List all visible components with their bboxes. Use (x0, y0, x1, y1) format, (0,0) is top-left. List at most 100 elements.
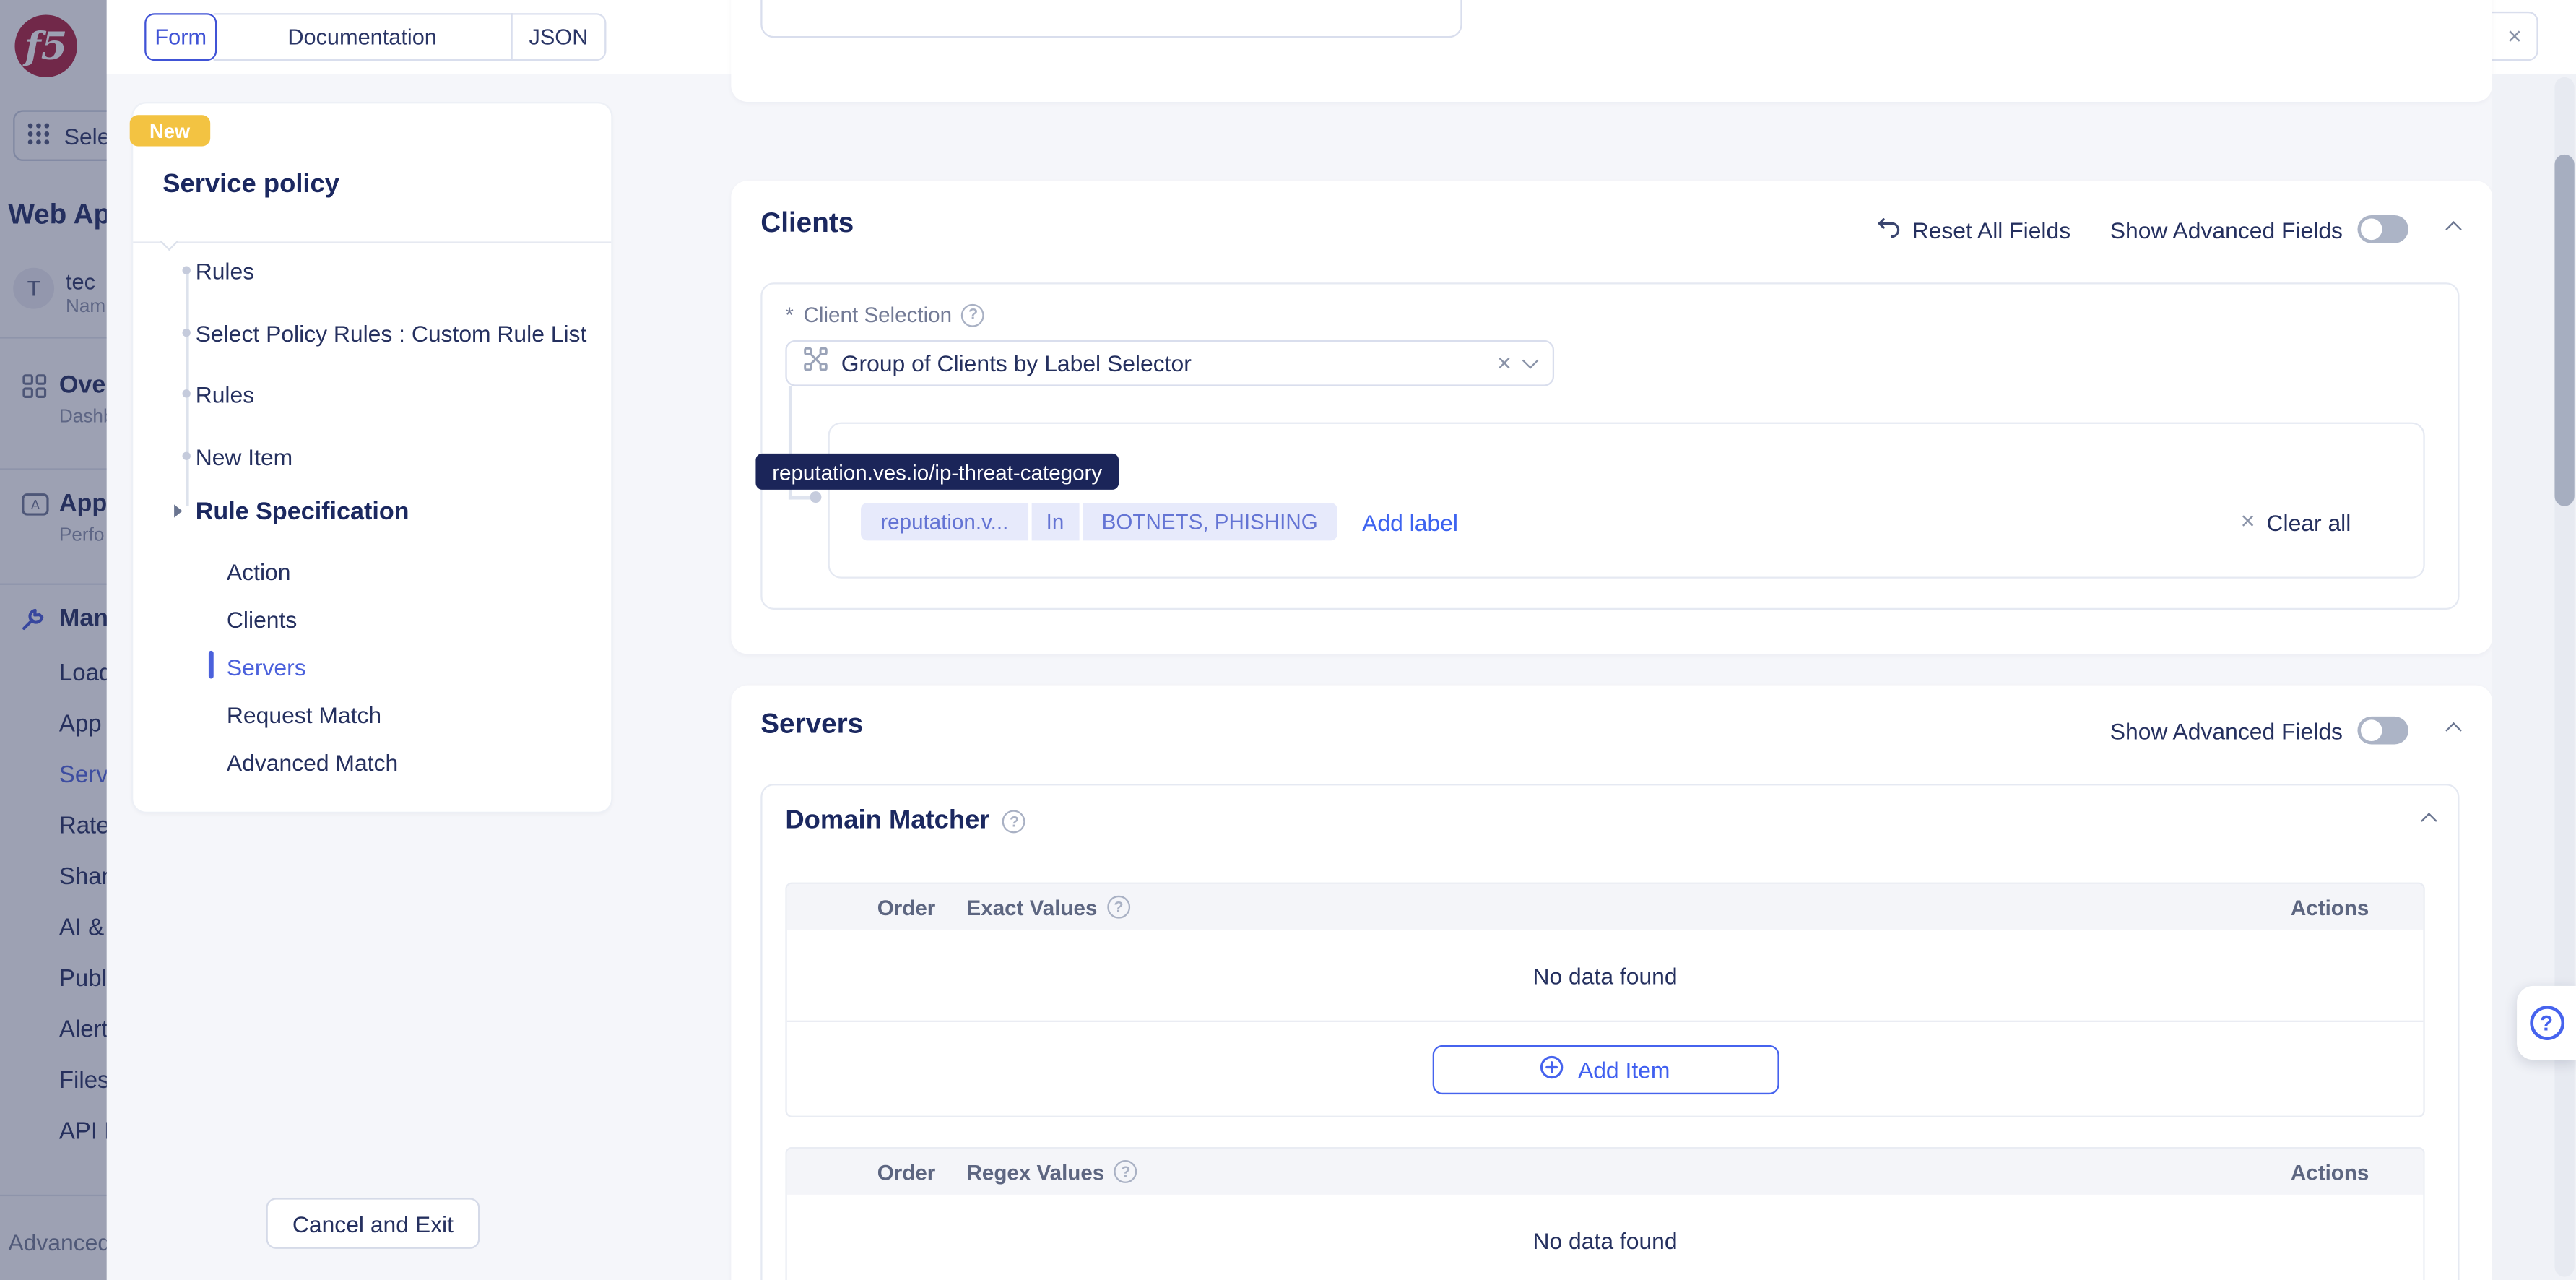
tree-item-new-item[interactable]: New Item (196, 444, 293, 470)
tree-item-action[interactable]: Action (227, 558, 291, 584)
show-advanced-fields-label: Show Advanced Fields (2110, 717, 2343, 743)
clear-all-x-icon: × (2241, 509, 2255, 534)
active-item-indicator (209, 651, 213, 679)
tree-item-rules-2[interactable]: Rules (196, 381, 254, 407)
tree-item-servers[interactable]: Servers (227, 654, 306, 680)
tree-item-rule-specification[interactable]: Rule Specification (196, 498, 409, 526)
regex-values-empty-state: No data found (787, 1195, 2424, 1280)
servers-section-title: Servers (760, 708, 863, 740)
search-close-icon[interactable]: × (2507, 24, 2522, 48)
tree-dot (183, 267, 191, 274)
label-selector-icon (803, 347, 828, 379)
clients-collapse-chevron-icon[interactable] (2445, 221, 2462, 238)
clients-section-card: Clients Reset All Fields Show Advanced F… (731, 181, 2492, 654)
servers-advanced-fields-group: Show Advanced Fields (2110, 717, 2408, 745)
circle-plus-icon (1540, 1055, 1565, 1084)
column-exact-values: Exact Values ? (967, 895, 1130, 920)
add-label-link[interactable]: Add label (1362, 509, 1458, 535)
tree-dot (183, 329, 191, 337)
exact-values-table: Order Exact Values ? Actions No data fou… (785, 883, 2424, 1117)
column-order: Order (877, 895, 936, 920)
label-values-chip: BOTNETS, PHISHING (1082, 503, 1337, 540)
help-question-icon: ? (2529, 1006, 2564, 1040)
exact-values-help-icon[interactable]: ? (1107, 896, 1130, 919)
scrollbar-thumb[interactable] (2554, 155, 2574, 506)
clients-advanced-fields-group: Show Advanced Fields (2110, 215, 2408, 243)
status-badge: New (130, 115, 210, 146)
column-actions: Actions (2291, 895, 2369, 920)
service-policy-modal: Form Documentation JSON Reset All Fields (107, 0, 2576, 1280)
tree-item-request-match[interactable]: Request Match (227, 701, 381, 727)
cancel-and-exit-button[interactable]: Cancel and Exit (266, 1198, 480, 1249)
form-content: Clients Reset All Fields Show Advanced F… (731, 0, 2492, 1280)
servers-collapse-chevron-icon[interactable] (2445, 722, 2462, 739)
exact-values-add-row: Add Item (787, 1021, 2424, 1117)
panel-collapse-caret[interactable] (160, 233, 178, 251)
domain-matcher-title: Domain Matcher (785, 807, 989, 836)
domain-matcher-collapse-chevron-icon[interactable] (2421, 813, 2437, 829)
panel-title: Service policy (162, 171, 339, 201)
show-advanced-fields-label: Show Advanced Fields (2110, 216, 2343, 242)
tree-item-select-policy-rules[interactable]: Select Policy Rules : Custom Rule List (196, 321, 587, 347)
label-operator-chip: In (1031, 503, 1079, 540)
modal-dim-overlay (0, 0, 107, 1280)
client-selection-help-icon[interactable]: ? (962, 303, 985, 327)
clients-reset-all-fields-label: Reset All Fields (1912, 216, 2070, 242)
regex-values-table: Order Regex Values ? Actions No data fou… (785, 1147, 2424, 1280)
tab-json[interactable]: JSON (511, 13, 606, 61)
select-clear-icon[interactable]: × (1497, 351, 1512, 376)
view-tabs: Form Documentation JSON (144, 13, 606, 61)
field-connector-line (789, 496, 810, 500)
column-order: Order (877, 1159, 936, 1184)
truncated-input-field[interactable] (760, 0, 1462, 38)
label-key-chip: reputation.v... (861, 503, 1028, 540)
tree-item-rules-1[interactable]: Rules (196, 258, 254, 284)
clients-reset-all-fields-button[interactable]: Reset All Fields (1876, 216, 2071, 242)
servers-section-card: Servers Show Advanced Fields Domain Matc… (731, 686, 2492, 1280)
service-policy-panel: New Service policy Rules Select Policy R… (133, 103, 611, 811)
client-selection-value: Group of Clients by Label Selector (841, 350, 1484, 376)
clear-all-label: Clear all (2267, 509, 2351, 535)
clients-section-tools: Reset All Fields Show Advanced Fields (1876, 215, 2460, 243)
client-selection-label-row: * Client Selection ? (785, 303, 984, 327)
regex-values-help-icon[interactable]: ? (1114, 1160, 1137, 1183)
column-exact-values-label: Exact Values (967, 895, 1098, 920)
servers-show-advanced-fields-toggle[interactable] (2357, 717, 2408, 745)
exact-values-empty-state: No data found (787, 930, 2424, 1021)
domain-matcher-help-icon[interactable]: ? (1003, 810, 1026, 834)
label-key-tooltip: reputation.ves.io/ip-threat-category (755, 454, 1118, 490)
tree-dot (183, 452, 191, 460)
tree-item-clients[interactable]: Clients (227, 606, 297, 632)
previous-section-card (731, 0, 2492, 102)
regex-values-table-header: Order Regex Values ? Actions (787, 1149, 2424, 1195)
add-item-button[interactable]: Add Item (1432, 1045, 1779, 1094)
show-advanced-fields-toggle[interactable] (2357, 215, 2408, 243)
clear-all-button[interactable]: × Clear all (2241, 509, 2351, 535)
column-actions: Actions (2291, 1159, 2369, 1184)
add-item-label: Add Item (1578, 1057, 1670, 1083)
panel-divider (133, 241, 611, 243)
client-selection-fieldset: * Client Selection ? Group of Clie (760, 282, 2459, 610)
tree-expand-arrow-icon[interactable] (174, 504, 182, 517)
clients-section-title: Clients (760, 207, 854, 240)
undo-icon (1876, 216, 1901, 242)
exact-values-table-header: Order Exact Values ? Actions (787, 884, 2424, 930)
domain-matcher-fieldset: Domain Matcher ? Order Exact Values ? (760, 784, 2459, 1280)
label-selector-box: reputation.v... In BOTNETS, PHISHING Add… (828, 423, 2425, 579)
screen: f5 Sele Web Ap T tec Nam Ove Dashb (0, 0, 2576, 1280)
client-selection-label: Client Selection (804, 303, 952, 327)
label-expression-row: reputation.v... In BOTNETS, PHISHING Add… (861, 503, 2397, 540)
tree-item-advanced-match[interactable]: Advanced Match (227, 749, 398, 775)
tab-documentation[interactable]: Documentation (214, 13, 513, 61)
servers-section-tools: Show Advanced Fields (2110, 717, 2460, 745)
field-connector-dot (810, 491, 822, 503)
help-button[interactable]: ? (2517, 986, 2576, 1060)
required-mark: * (785, 303, 794, 327)
column-regex-values-label: Regex Values (967, 1159, 1105, 1184)
select-dropdown-chevron-icon[interactable] (1522, 353, 1539, 369)
column-regex-values: Regex Values ? (967, 1159, 1137, 1184)
tab-form[interactable]: Form (144, 13, 217, 61)
tree-dot (183, 389, 191, 397)
domain-matcher-header: Domain Matcher ? (785, 807, 1025, 836)
client-selection-select[interactable]: Group of Clients by Label Selector × (785, 340, 1554, 386)
